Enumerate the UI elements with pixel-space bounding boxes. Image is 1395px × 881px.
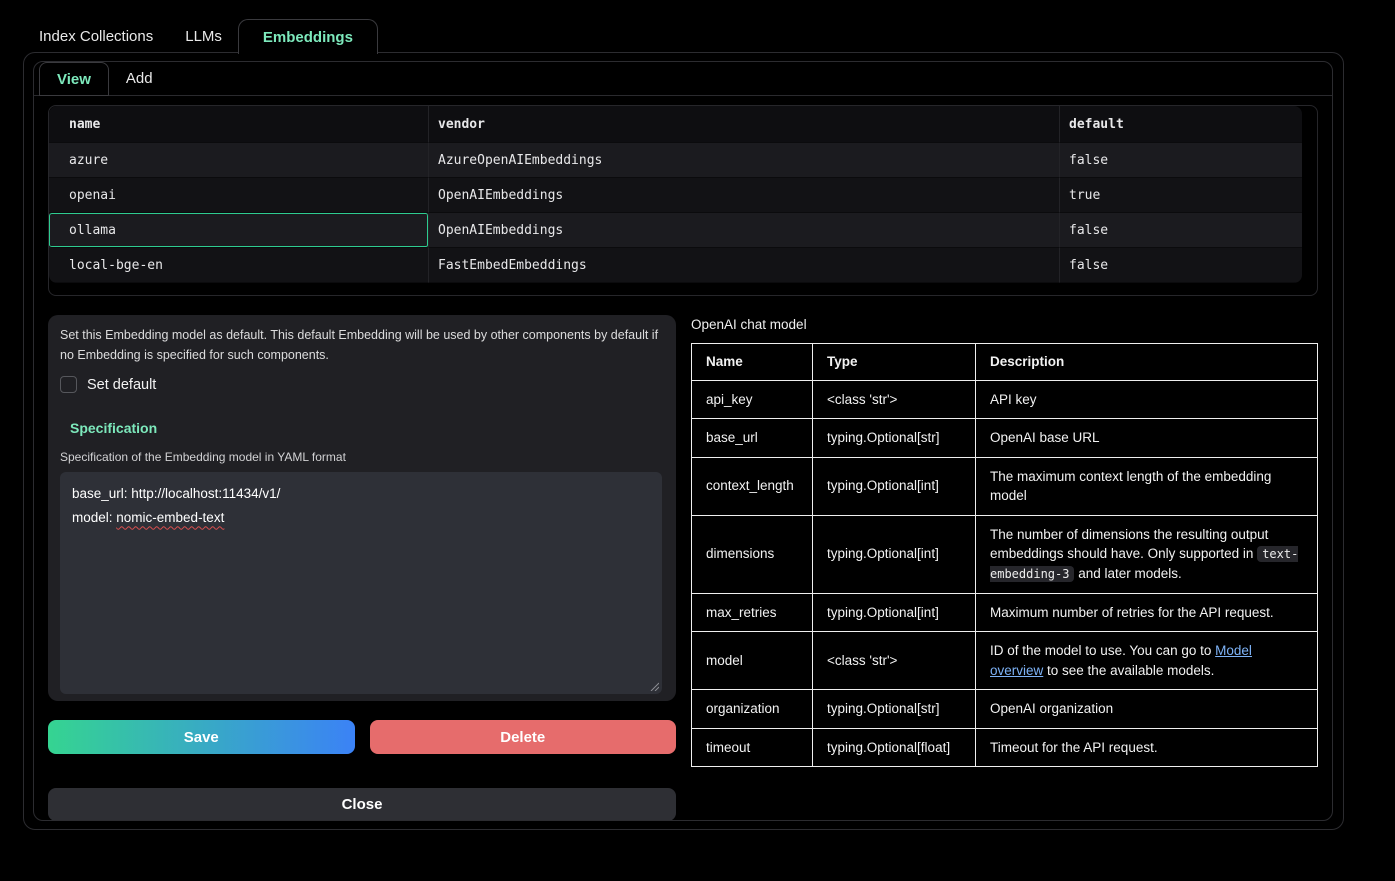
- cell-default[interactable]: true: [1060, 178, 1302, 213]
- reference-row: dimensions typing.Optional[int] The numb…: [692, 515, 1318, 593]
- reference-row: timeout typing.Optional[float] Timeout f…: [692, 728, 1318, 767]
- tab-view[interactable]: View: [39, 62, 109, 96]
- table-row[interactable]: openai OpenAIEmbeddings true: [49, 178, 1302, 213]
- ref-param-description: Timeout for the API request.: [976, 728, 1318, 767]
- cell-name-selected[interactable]: ollama: [49, 213, 429, 248]
- close-button[interactable]: Close: [48, 788, 676, 821]
- ref-col-name: Name: [692, 344, 813, 381]
- yaml-line-1: base_url: http://localhost:11434/v1/: [72, 482, 650, 506]
- table-row[interactable]: azure AzureOpenAIEmbeddings false: [49, 143, 1302, 178]
- reference-header-row: Name Type Description: [692, 344, 1318, 381]
- table-row[interactable]: local-bge-en FastEmbedEmbeddings false: [49, 248, 1302, 283]
- ref-param-description: OpenAI organization: [976, 690, 1318, 729]
- sub-tab-bar: View Add: [34, 62, 1332, 96]
- column-header-name: name: [49, 106, 429, 143]
- tab-add[interactable]: Add: [109, 62, 170, 95]
- reference-row: organization typing.Optional[str] OpenAI…: [692, 690, 1318, 729]
- specification-textarea[interactable]: base_url: http://localhost:11434/v1/ mod…: [60, 472, 662, 694]
- ref-param-name: timeout: [692, 728, 813, 767]
- ref-param-name: context_length: [692, 457, 813, 515]
- set-default-label: Set default: [87, 377, 156, 393]
- delete-button[interactable]: Delete: [370, 720, 677, 754]
- reference-row: api_key <class 'str'> API key: [692, 380, 1318, 419]
- set-default-description: Set this Embedding model as default. Thi…: [60, 325, 662, 365]
- embeddings-table-header: name vendor default: [49, 106, 1302, 143]
- ref-param-type: <class 'str'>: [813, 632, 976, 690]
- ref-param-name: max_retries: [692, 593, 813, 632]
- specification-caption: Specification of the Embedding model in …: [60, 450, 662, 464]
- default-and-spec-card: Set this Embedding model as default. Thi…: [48, 315, 676, 701]
- ref-param-description: The maximum context length of the embedd…: [976, 457, 1318, 515]
- table-row-selected[interactable]: ollama OpenAIEmbeddings false: [49, 213, 1302, 248]
- cell-name[interactable]: azure: [49, 143, 429, 178]
- cell-default[interactable]: false: [1060, 213, 1302, 248]
- ref-param-name: dimensions: [692, 515, 813, 593]
- cell-name[interactable]: openai: [49, 178, 429, 213]
- cell-vendor[interactable]: AzureOpenAIEmbeddings: [429, 143, 1060, 178]
- ref-param-type: typing.Optional[str]: [813, 690, 976, 729]
- ref-param-type: typing.Optional[int]: [813, 515, 976, 593]
- ref-param-type: typing.Optional[int]: [813, 593, 976, 632]
- embeddings-tab-panel: View Add name vendor default azure Azure…: [23, 52, 1344, 830]
- save-button[interactable]: Save: [48, 720, 355, 754]
- ref-param-description: The number of dimensions the resulting o…: [976, 515, 1318, 593]
- misspelled-word: nomic-embed-text: [116, 510, 224, 525]
- main-tab-bar: Index Collections LLMs Embeddings: [23, 19, 378, 53]
- reference-table: Name Type Description api_key <class 'st…: [691, 343, 1318, 767]
- embeddings-view-panel: View Add name vendor default azure Azure…: [33, 61, 1333, 821]
- cell-vendor[interactable]: FastEmbedEmbeddings: [429, 248, 1060, 283]
- ref-param-type: typing.Optional[int]: [813, 457, 976, 515]
- reference-title: OpenAI chat model: [691, 317, 1318, 332]
- cell-default[interactable]: false: [1060, 248, 1302, 283]
- ref-param-description: Maximum number of retries for the API re…: [976, 593, 1318, 632]
- ref-param-name: base_url: [692, 419, 813, 458]
- tab-embeddings[interactable]: Embeddings: [238, 19, 378, 54]
- ref-param-name: model: [692, 632, 813, 690]
- ref-param-name: organization: [692, 690, 813, 729]
- reference-row: max_retries typing.Optional[int] Maximum…: [692, 593, 1318, 632]
- reference-row: base_url typing.Optional[str] OpenAI bas…: [692, 419, 1318, 458]
- ref-param-name: api_key: [692, 380, 813, 419]
- embeddings-table: name vendor default azure AzureOpenAIEmb…: [48, 105, 1318, 296]
- ref-param-type: typing.Optional[float]: [813, 728, 976, 767]
- specification-heading: Specification: [70, 420, 662, 436]
- cell-default[interactable]: false: [1060, 143, 1302, 178]
- ref-col-type: Type: [813, 344, 976, 381]
- ref-param-description: OpenAI base URL: [976, 419, 1318, 458]
- yaml-line-2: model: nomic-embed-text: [72, 506, 650, 530]
- reference-row: model <class 'str'> ID of the model to u…: [692, 632, 1318, 690]
- set-default-checkbox[interactable]: [60, 376, 77, 393]
- reference-row: context_length typing.Optional[int] The …: [692, 457, 1318, 515]
- column-header-vendor: vendor: [429, 106, 1060, 143]
- cell-vendor[interactable]: OpenAIEmbeddings: [429, 213, 1060, 248]
- cell-vendor[interactable]: OpenAIEmbeddings: [429, 178, 1060, 213]
- ref-param-type: <class 'str'>: [813, 380, 976, 419]
- cell-name[interactable]: local-bge-en: [49, 248, 429, 283]
- column-header-default: default: [1060, 106, 1302, 143]
- ref-param-description: ID of the model to use. You can go to Mo…: [976, 632, 1318, 690]
- ref-col-description: Description: [976, 344, 1318, 381]
- tab-index-collections[interactable]: Index Collections: [23, 19, 169, 53]
- resize-handle-icon[interactable]: [649, 681, 659, 691]
- ref-param-type: typing.Optional[str]: [813, 419, 976, 458]
- tab-llms[interactable]: LLMs: [169, 19, 238, 53]
- ref-param-description: API key: [976, 380, 1318, 419]
